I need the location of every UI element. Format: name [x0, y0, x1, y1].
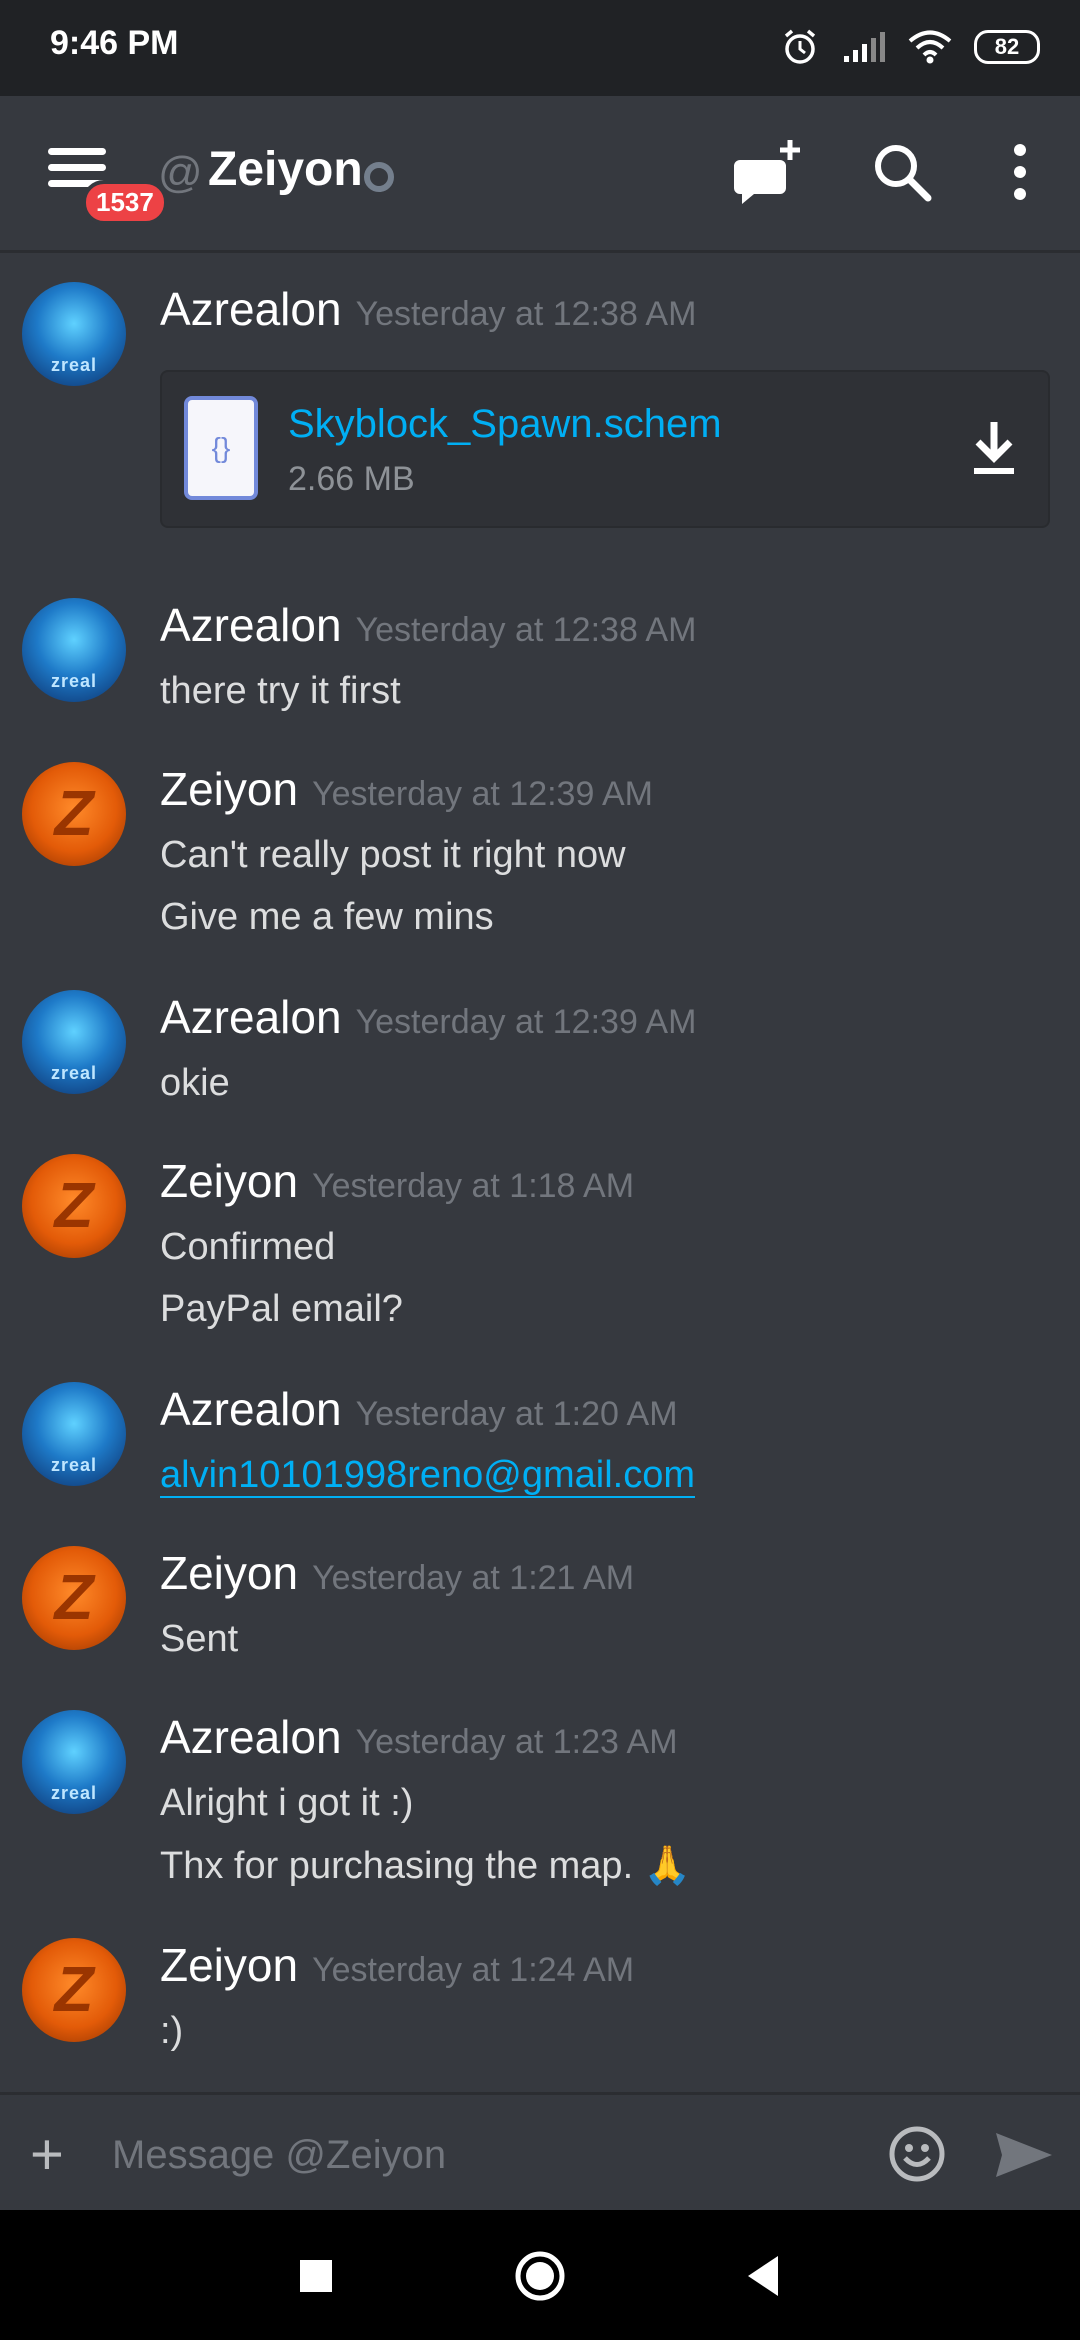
signal-icon [844, 32, 885, 62]
timestamp: Yesterday at 12:38 AM [355, 611, 697, 649]
author-name[interactable]: Azrealon [160, 283, 342, 335]
author-name[interactable]: Azrealon [160, 1711, 342, 1763]
timestamp: Yesterday at 1:21 AM [312, 1559, 635, 1597]
author-name[interactable]: Zeiyon [160, 1547, 298, 1599]
avatar[interactable] [22, 990, 126, 1094]
avatar[interactable] [22, 1154, 126, 1258]
wifi-icon [908, 30, 952, 64]
avatar[interactable] [22, 1546, 126, 1650]
message-text: okie [160, 1062, 230, 1104]
back-icon[interactable] [736, 2248, 792, 2304]
message-text: there try it first [160, 670, 401, 712]
avatar[interactable] [22, 762, 126, 866]
author-name[interactable]: Zeiyon [160, 1939, 298, 1991]
message-text: PayPal email? [160, 1288, 403, 1330]
at-symbol: @ [158, 148, 203, 197]
timestamp: Yesterday at 1:18 AM [312, 1167, 635, 1205]
new-group-dm-icon[interactable] [734, 136, 806, 208]
author-name[interactable]: Azrealon [160, 599, 342, 651]
timestamp: Yesterday at 1:23 AM [355, 1723, 678, 1761]
avatar[interactable] [22, 1710, 126, 1814]
file-size: 2.66 MB [288, 460, 415, 498]
message-text: Thx for purchasing the map. 🙏 [160, 1845, 691, 1887]
email-link[interactable]: alvin10101998reno@gmail.com [160, 1454, 696, 1498]
file-name[interactable]: Skyblock_Spawn.schem [288, 402, 722, 447]
timestamp: Yesterday at 12:38 AM [355, 295, 697, 333]
author-name[interactable]: Azrealon [160, 991, 342, 1043]
unread-badge: 1537 [82, 180, 168, 225]
message-text: Confirmed [160, 1226, 336, 1268]
status-bar: 9:46 PM 82 [0, 0, 1080, 96]
alarm-icon [784, 29, 816, 64]
author-name[interactable]: Azrealon [160, 1383, 342, 1435]
channel-title[interactable]: Zeiyon [208, 142, 363, 197]
file-attachment[interactable]: {} Skyblock_Spawn.schem 2.66 MB [160, 370, 1050, 528]
home-icon[interactable] [512, 2248, 568, 2304]
author-name[interactable]: Zeiyon [160, 763, 298, 815]
battery-indicator: 82 [974, 30, 1040, 64]
download-icon[interactable] [970, 418, 1018, 478]
author-name[interactable]: Zeiyon [160, 1155, 298, 1207]
avatar[interactable] [22, 1382, 126, 1486]
channel-header: 1537 @ Zeiyon [0, 96, 1080, 253]
message-text: Alright i got it :) [160, 1782, 414, 1824]
file-icon: {} [184, 396, 258, 500]
system-navigation-bar [0, 2210, 1080, 2340]
timestamp: Yesterday at 12:39 AM [312, 775, 653, 813]
status-icons: 82 [780, 22, 1040, 72]
timestamp: Yesterday at 12:39 AM [355, 1003, 697, 1041]
timestamp: Yesterday at 1:20 AM [355, 1395, 678, 1433]
add-attachment-icon[interactable]: + [30, 2121, 64, 2188]
status-time: 9:46 PM [50, 24, 179, 62]
message-text: :) [160, 2010, 184, 2052]
emoji-icon[interactable] [888, 2125, 946, 2183]
message-list[interactable]: Azrealon Yesterday at 12:38 AM {} Skybloc… [0, 252, 1080, 2092]
send-icon[interactable] [994, 2129, 1054, 2181]
message-composer: + [0, 2092, 1080, 2213]
search-icon[interactable] [866, 136, 938, 208]
avatar[interactable] [22, 282, 126, 386]
message-input[interactable] [110, 2121, 854, 2189]
message-text: Sent [160, 1618, 239, 1660]
more-options-icon[interactable] [984, 136, 1056, 208]
status-indicator-icon [364, 162, 394, 192]
timestamp: Yesterday at 1:24 AM [312, 1951, 635, 1989]
recents-icon[interactable] [288, 2248, 344, 2304]
message-text: Give me a few mins [160, 896, 494, 938]
avatar[interactable] [22, 1938, 126, 2042]
avatar[interactable] [22, 598, 126, 702]
message-text: Can't really post it right now [160, 834, 626, 876]
